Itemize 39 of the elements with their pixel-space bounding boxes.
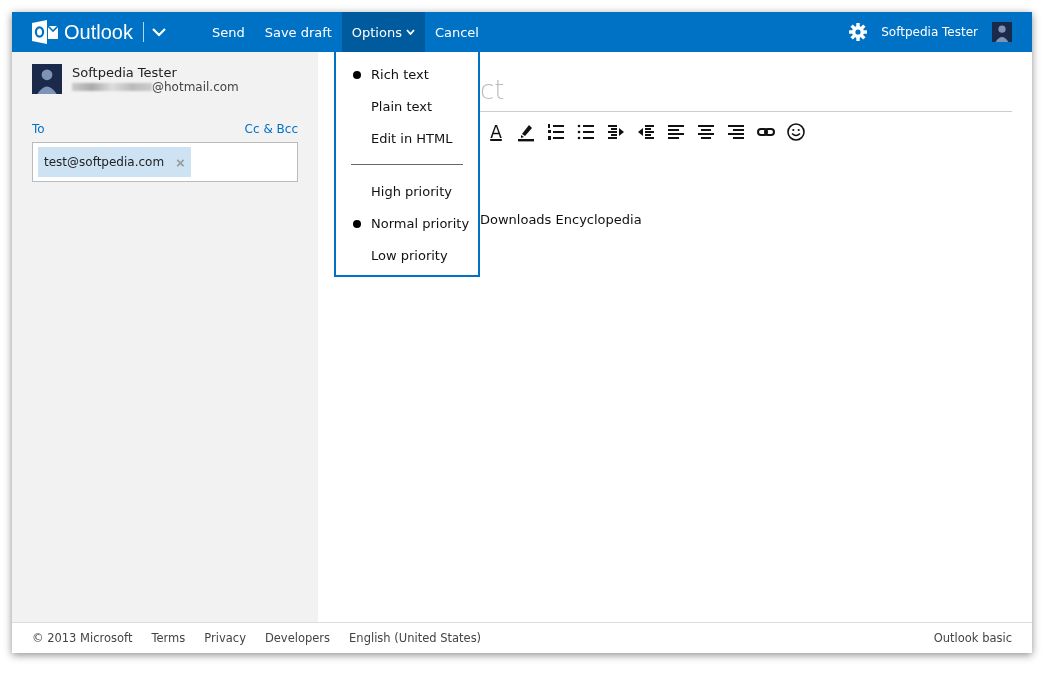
settings-icon[interactable]	[849, 23, 868, 41]
nav-button[interactable]: Save draft	[254, 12, 342, 52]
align-center-icon[interactable]	[696, 122, 716, 142]
menu-item[interactable]: Normal priority	[336, 207, 478, 239]
user-name[interactable]: Softpedia Tester	[881, 25, 978, 39]
align-left-icon[interactable]	[666, 122, 686, 142]
footer-link[interactable]: Outlook basic	[933, 631, 1012, 645]
footer-link[interactable]: Privacy	[204, 631, 246, 645]
menu-item[interactable]: High priority	[336, 175, 478, 207]
recipient-field[interactable]: test@softpedia.com ×	[32, 142, 298, 182]
nav-button[interactable]: Options	[341, 12, 425, 52]
footer-link[interactable]: Developers	[264, 631, 331, 645]
smiley-icon[interactable]	[786, 122, 806, 142]
message-body-text: Downloads Encyclopedia	[480, 212, 642, 227]
sender-email: @hotmail.com	[152, 80, 239, 94]
menu-item[interactable]: Edit in HTML	[336, 122, 478, 154]
menu-item[interactable]: Plain text	[336, 90, 478, 122]
copyright-text: © 2013 Microsoft	[32, 631, 133, 645]
avatar-icon[interactable]	[32, 64, 62, 94]
nav-button[interactable]: Send	[201, 12, 255, 52]
caret-icon	[405, 29, 415, 35]
bullet-list-icon[interactable]	[576, 122, 596, 142]
cc-bcc-link[interactable]: Cc & Bcc	[244, 122, 298, 136]
font-color-button[interactable]: A	[486, 122, 506, 142]
align-right-icon[interactable]	[726, 122, 746, 142]
avatar-icon[interactable]	[992, 22, 1012, 42]
highlighter-icon[interactable]	[516, 122, 536, 142]
footer-link[interactable]: English (United States)	[349, 631, 482, 645]
numbered-list-icon[interactable]	[546, 122, 566, 142]
outlook-logo-icon[interactable]	[32, 19, 58, 45]
sender-name: Softpedia Tester	[72, 65, 178, 80]
nav-button[interactable]: Cancel	[424, 12, 489, 52]
menu-item[interactable]: Low priority	[336, 239, 478, 271]
app-name[interactable]: Outlook	[64, 20, 133, 44]
chevron-down-icon[interactable]	[151, 27, 166, 37]
to-label[interactable]: To	[32, 122, 45, 136]
footer-link[interactable]: Terms	[151, 631, 186, 645]
recipient-chip[interactable]: test@softpedia.com ×	[38, 147, 191, 177]
menu-item[interactable]: Rich text	[336, 58, 478, 90]
